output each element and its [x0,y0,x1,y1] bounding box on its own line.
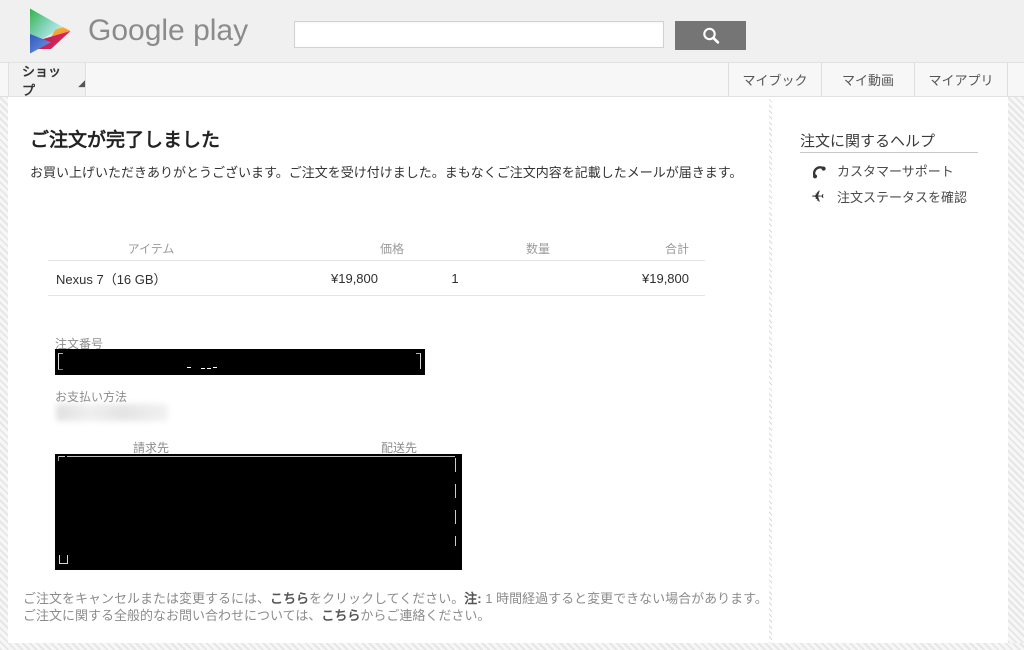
phone-icon [808,162,828,180]
play-triangle-icon [30,8,71,54]
redaction-artifact [455,458,456,546]
page-title: ご注文が完了しました [30,130,221,151]
text-segment: をクリックしてください。 [309,591,465,606]
nav-item-my-books[interactable]: マイブック [728,63,821,96]
nav-right-items: マイブック マイ動画 マイアプリ [728,63,1008,96]
nav-bar: ショップ ◢ マイブック マイ動画 マイアプリ [0,63,1024,98]
header: Google play [0,0,1024,63]
redaction-artifact [67,456,455,457]
text-segment: からご連絡ください。 [360,608,491,623]
table-header-row: アイテム 価格 数量 合計 [48,237,705,261]
redaction-artifact [416,353,421,369]
sidebar-link-customer-support[interactable]: カスタマーサポート [808,161,954,180]
redaction-artifact [59,555,68,564]
brand-text: Google play [88,14,249,47]
cell-price: ¥19,800 [331,270,378,286]
payment-method-blurred-value [56,404,168,421]
sidebar-heading: 注文に関するヘルプ [800,133,936,150]
right-edge-stripe [1008,97,1024,643]
shop-tab-label: ショップ [22,63,62,98]
redaction-artifact [187,367,191,368]
col-header-total: 合計 [664,242,689,256]
cell-qty: 1 [451,270,459,286]
redacted-order-number [55,349,425,375]
nav-item-my-movies[interactable]: マイ動画 [821,63,914,96]
text-segment: 注: [464,591,482,606]
search-icon [702,27,719,44]
text-segment: ご注文をキャンセルまたは変更するには、 [23,591,271,606]
payment-method-label: お支払い方法 [55,390,128,404]
content-sidebar-divider [769,97,772,643]
sidebar-link-order-status[interactable]: ✈ 注文ステータスを確認 [808,187,967,206]
cancel-change-note: ご注文をキャンセルまたは変更するには、こちらをクリックしてください。注: 1 時… [23,590,768,607]
order-summary-table: アイテム 価格 数量 合計 Nexus 7（16 GB） ¥19,800 1 ¥… [48,237,705,296]
sidebar-heading-rule [800,152,978,153]
sidebar-link-label: 注文ステータスを確認 [837,190,968,205]
col-header-item: アイテム [127,242,175,256]
general-inquiry-note: ご注文に関する全般的なお問い合わせについては、こちらからご連絡ください。 [23,607,490,624]
shop-tab[interactable]: ショップ ◢ [8,63,86,98]
cell-item: Nexus 7（16 GB） [56,271,167,287]
search-input[interactable] [294,21,664,48]
search-button[interactable] [675,21,746,50]
sidebar-link-label: カスタマーサポート [837,164,954,179]
text-segment: 1 時間経過すると変更できない場合があります。 [481,591,768,606]
airplane-icon: ✈ [811,187,825,206]
redaction-artifact [58,456,65,461]
table-row: Nexus 7（16 GB） ¥19,800 1 ¥19,800 [48,261,705,296]
redacted-address-block [55,454,462,570]
col-header-qty: 数量 [525,242,550,256]
nav-item-my-apps[interactable]: マイアプリ [914,63,1008,96]
text-segment: ご注文に関する全般的なお問い合わせについては、 [23,608,322,623]
cell-total: ¥19,800 [642,270,689,286]
col-header-price: 価格 [379,242,404,256]
google-play-order-complete-page: Google play ショップ ◢ マイブック マイ動画 マイアプリ ご注文が… [0,0,1024,650]
inline-link[interactable]: こちら [321,608,360,623]
intro-text: お買い上げいただきありがとうございます。ご注文を受け付けました。まもなくご注文内… [30,165,743,180]
left-edge-stripe [0,97,8,643]
redaction-artifact [58,353,63,370]
dropdown-caret-icon: ◢ [78,78,85,88]
bottom-edge-stripe [0,643,1024,650]
google-play-logo[interactable]: Google play [28,7,248,55]
inline-link[interactable]: こちら [270,591,309,606]
